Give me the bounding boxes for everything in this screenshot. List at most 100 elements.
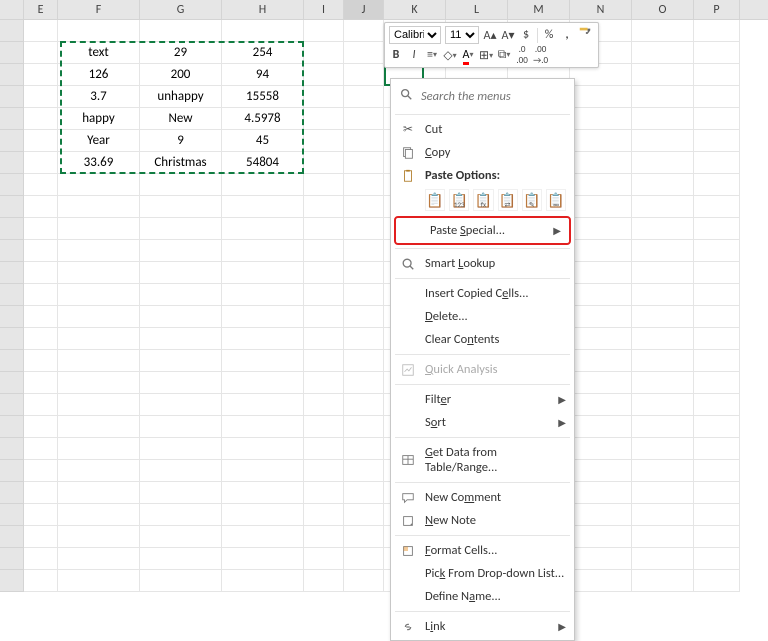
cell-P-22[interactable] bbox=[694, 482, 740, 504]
cell-N-22[interactable] bbox=[570, 482, 632, 504]
menu-pick-from-list[interactable]: Pick From Drop-down List... bbox=[391, 562, 574, 585]
cell-N-11[interactable] bbox=[570, 240, 632, 262]
cell-N-14[interactable] bbox=[570, 306, 632, 328]
cell-H-26[interactable] bbox=[222, 570, 304, 592]
cell-J-11[interactable] bbox=[344, 240, 384, 262]
menu-new-note[interactable]: New Note bbox=[391, 509, 574, 532]
cell-P-8[interactable] bbox=[694, 174, 740, 196]
col-header-K[interactable]: K bbox=[384, 0, 446, 19]
cell-N-23[interactable] bbox=[570, 504, 632, 526]
cell-O-13[interactable] bbox=[632, 284, 694, 306]
cell-E-18[interactable] bbox=[24, 394, 58, 416]
align-button[interactable]: ≡▾ bbox=[425, 48, 439, 62]
cell-G-22[interactable] bbox=[140, 482, 222, 504]
cell-H-13[interactable] bbox=[222, 284, 304, 306]
menu-search-input[interactable] bbox=[421, 89, 566, 104]
row-header[interactable] bbox=[0, 218, 24, 240]
cell-J-12[interactable] bbox=[344, 262, 384, 284]
cell-O-16[interactable] bbox=[632, 350, 694, 372]
cell-F-21[interactable] bbox=[58, 460, 140, 482]
cell-P-26[interactable] bbox=[694, 570, 740, 592]
cell-G-5[interactable]: New bbox=[140, 108, 222, 130]
cell-F-11[interactable] bbox=[58, 240, 140, 262]
cell-G-21[interactable] bbox=[140, 460, 222, 482]
row-header[interactable] bbox=[0, 526, 24, 548]
cell-O-7[interactable] bbox=[632, 152, 694, 174]
menu-paste-special[interactable]: Paste Special... ▶ bbox=[396, 218, 569, 243]
cell-E-4[interactable] bbox=[24, 86, 58, 108]
cell-P-25[interactable] bbox=[694, 548, 740, 570]
cell-H-20[interactable] bbox=[222, 438, 304, 460]
cell-P-2[interactable] bbox=[694, 42, 740, 64]
cell-H-7[interactable]: 54804 bbox=[222, 152, 304, 174]
cell-O-19[interactable] bbox=[632, 416, 694, 438]
cell-G-17[interactable] bbox=[140, 372, 222, 394]
cell-H-11[interactable] bbox=[222, 240, 304, 262]
cell-J-21[interactable] bbox=[344, 460, 384, 482]
cell-F-7[interactable]: 33.69 bbox=[58, 152, 140, 174]
cell-O-17[interactable] bbox=[632, 372, 694, 394]
select-all-corner[interactable] bbox=[0, 0, 24, 19]
cell-I-10[interactable] bbox=[304, 218, 344, 240]
cell-P-6[interactable] bbox=[694, 130, 740, 152]
cell-J-8[interactable] bbox=[344, 174, 384, 196]
row-header[interactable] bbox=[0, 416, 24, 438]
cell-G-11[interactable] bbox=[140, 240, 222, 262]
row-header[interactable] bbox=[0, 262, 24, 284]
cell-J-20[interactable] bbox=[344, 438, 384, 460]
cell-I-23[interactable] bbox=[304, 504, 344, 526]
cell-G-10[interactable] bbox=[140, 218, 222, 240]
cell-H-16[interactable] bbox=[222, 350, 304, 372]
cell-P-10[interactable] bbox=[694, 218, 740, 240]
row-header[interactable] bbox=[0, 328, 24, 350]
cell-J-7[interactable] bbox=[344, 152, 384, 174]
cell-P-4[interactable] bbox=[694, 86, 740, 108]
cell-F-8[interactable] bbox=[58, 174, 140, 196]
cell-O-2[interactable] bbox=[632, 42, 694, 64]
cell-P-24[interactable] bbox=[694, 526, 740, 548]
cell-F-2[interactable]: text bbox=[58, 42, 140, 64]
cell-F-25[interactable] bbox=[58, 548, 140, 570]
cell-E-15[interactable] bbox=[24, 328, 58, 350]
cell-I-8[interactable] bbox=[304, 174, 344, 196]
cell-I-20[interactable] bbox=[304, 438, 344, 460]
row-header[interactable] bbox=[0, 460, 24, 482]
cell-J-10[interactable] bbox=[344, 218, 384, 240]
cell-G-6[interactable]: 9 bbox=[140, 130, 222, 152]
cell-E-13[interactable] bbox=[24, 284, 58, 306]
cell-I-5[interactable] bbox=[304, 108, 344, 130]
cell-F-20[interactable] bbox=[58, 438, 140, 460]
cell-P-15[interactable] bbox=[694, 328, 740, 350]
menu-format-cells[interactable]: Format Cells... bbox=[391, 539, 574, 562]
row-header[interactable] bbox=[0, 504, 24, 526]
cell-J-4[interactable] bbox=[344, 86, 384, 108]
cell-O-21[interactable] bbox=[632, 460, 694, 482]
cell-J-16[interactable] bbox=[344, 350, 384, 372]
cell-I-1[interactable] bbox=[304, 20, 344, 42]
cell-J-18[interactable] bbox=[344, 394, 384, 416]
cell-F-26[interactable] bbox=[58, 570, 140, 592]
cell-H-14[interactable] bbox=[222, 306, 304, 328]
cell-P-5[interactable] bbox=[694, 108, 740, 130]
cell-H-17[interactable] bbox=[222, 372, 304, 394]
cell-H-22[interactable] bbox=[222, 482, 304, 504]
cell-O-8[interactable] bbox=[632, 174, 694, 196]
cell-F-13[interactable] bbox=[58, 284, 140, 306]
cell-O-1[interactable] bbox=[632, 20, 694, 42]
row-header[interactable] bbox=[0, 196, 24, 218]
cell-F-14[interactable] bbox=[58, 306, 140, 328]
cell-E-20[interactable] bbox=[24, 438, 58, 460]
cell-J-17[interactable] bbox=[344, 372, 384, 394]
cell-N-19[interactable] bbox=[570, 416, 632, 438]
cell-E-19[interactable] bbox=[24, 416, 58, 438]
cell-F-12[interactable] bbox=[58, 262, 140, 284]
cell-G-25[interactable] bbox=[140, 548, 222, 570]
cell-O-18[interactable] bbox=[632, 394, 694, 416]
cell-H-9[interactable] bbox=[222, 196, 304, 218]
cell-E-24[interactable] bbox=[24, 526, 58, 548]
row-header[interactable] bbox=[0, 130, 24, 152]
cell-E-21[interactable] bbox=[24, 460, 58, 482]
cell-E-7[interactable] bbox=[24, 152, 58, 174]
cell-J-2[interactable] bbox=[344, 42, 384, 64]
cell-H-24[interactable] bbox=[222, 526, 304, 548]
